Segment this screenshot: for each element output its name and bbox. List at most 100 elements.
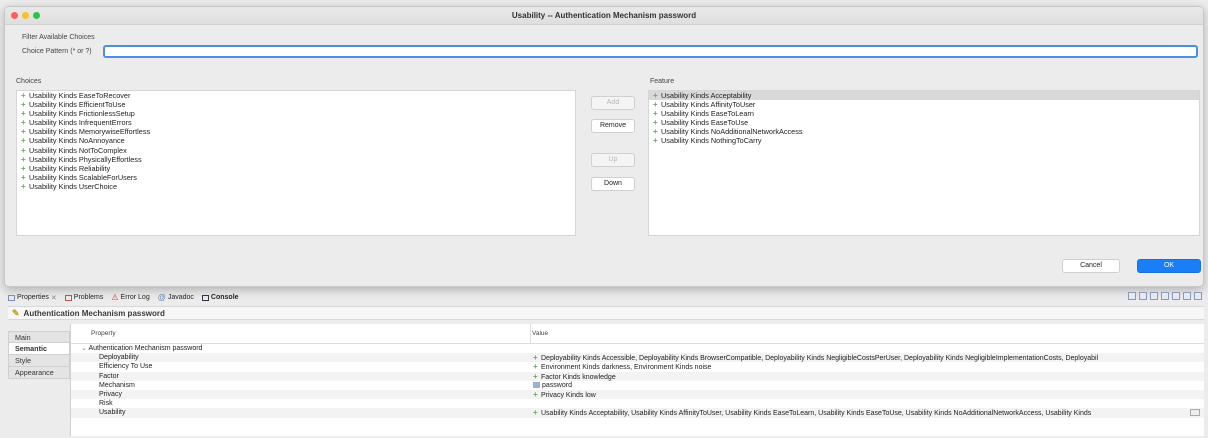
col-value-header[interactable]: Value [532,330,548,337]
remove-button[interactable]: Remove [591,119,635,133]
add-button[interactable]: Add [591,96,635,110]
tab-properties[interactable]: Properties ✕ [8,294,57,302]
tab-console[interactable]: Console [201,294,239,301]
choice-item[interactable]: + Usability Kinds NotToComplex [17,146,575,155]
javadoc-icon: @ [157,293,166,302]
feature-item[interactable]: + Usability Kinds EaseToUse [649,118,1199,127]
choice-item[interactable]: + Usability Kinds InfrequentErrors [17,118,575,127]
plus-icon: + [533,371,538,381]
property-value[interactable]: + Privacy Kinds low [533,390,1203,399]
view-menu-icon[interactable] [1172,292,1180,300]
views-tab-bar: Properties ✕ Problems ⚠ Error Log @ Javadoc… [8,292,1204,303]
property-name: Usability [99,409,126,417]
tab-problems[interactable]: Problems [64,294,103,301]
properties-icon [8,294,15,301]
table-row[interactable]: Risk [71,399,1204,408]
choices-list[interactable]: + Usability Kinds EaseToRecover + Usability… [16,90,576,236]
choice-item[interactable]: + Usability Kinds EaseToRecover [17,91,575,100]
maximize-view-icon[interactable] [1194,292,1202,300]
plus-icon: + [21,118,26,128]
filter-section-label: Filter Available Choices [22,34,95,41]
layout-icon[interactable] [1161,292,1169,300]
feature-list[interactable]: + Usability Kinds Acceptability + Usability… [648,90,1200,236]
properties-side-tabs: Main Semantic Style Appearance [8,331,70,379]
plus-icon: + [21,109,26,119]
choice-item[interactable]: + Usability Kinds PhysicallyEffortless [17,155,575,164]
property-name: Privacy [99,391,122,398]
plus-icon: + [21,127,26,137]
plus-icon: + [653,127,658,137]
property-value[interactable]: + Usability Kinds Acceptability, Usabilit… [533,408,1203,417]
feature-item[interactable]: + Usability Kinds Acceptability [649,91,1199,101]
property-name: Risk [99,400,113,408]
table-row[interactable]: Privacy + Privacy Kinds low [71,390,1204,400]
dialog-titlebar: Usability -- Authentication Mechanism pa… [5,7,1203,25]
up-button[interactable]: Up [591,153,635,167]
plus-icon: + [533,390,538,399]
plus-icon: + [21,91,26,100]
property-table-header: Property Value [71,324,1204,344]
property-value[interactable]: password [533,381,1203,390]
feature-item[interactable]: + Usability Kinds EaseToLearn [649,109,1199,118]
edit-value-button[interactable] [1190,409,1200,417]
side-tab-style[interactable]: Style [8,355,70,367]
cancel-button[interactable]: Cancel [1062,259,1120,273]
feature-item[interactable]: + Usability Kinds NoAdditionalNetworkAcce… [649,127,1199,136]
dialog-title: Usability -- Authentication Mechanism pa… [511,11,697,20]
property-table: Property Value ⌄ Authentication Mechanis… [70,324,1204,436]
console-icon [201,294,209,301]
problems-icon [64,294,72,301]
table-row[interactable]: Efficiency To Use + Environment Kinds dark… [71,362,1204,371]
object-icon [533,381,540,388]
plus-icon: + [533,408,538,418]
choice-item[interactable]: + Usability Kinds MemorywiseEffortless [17,127,575,136]
minimize-view-icon[interactable] [1183,292,1191,300]
plus-icon: + [653,118,658,128]
table-row[interactable]: Deployability + Deployability Kinds Access… [71,353,1204,363]
chevron-down-icon[interactable]: ⌄ [81,345,87,352]
table-row[interactable]: Usability + Usability Kinds Acceptability,… [71,408,1204,418]
feature-item[interactable]: + Usability Kinds NothingToCarry [649,136,1199,145]
view-toolbar [1128,292,1202,300]
side-tab-appearance[interactable]: Appearance [8,367,70,379]
tab-error-log[interactable]: ⚠ Error Log [111,293,149,302]
feature-item[interactable]: + Usability Kinds AffinityToUser [649,100,1199,109]
choice-item[interactable]: + Usability Kinds EfficientToUse [17,100,575,109]
table-row-root[interactable]: ⌄ Authentication Mechanism password [71,344,1204,353]
plus-icon: + [533,353,538,363]
table-row[interactable]: Mechanism password [71,381,1204,390]
col-property-header[interactable]: Property [91,330,116,337]
property-name: Mechanism [99,381,135,389]
choice-item[interactable]: + Usability Kinds Reliability [17,164,575,173]
ok-button[interactable]: OK [1137,259,1201,273]
filter-icon[interactable] [1139,292,1147,300]
property-value[interactable]: + Deployability Kinds Accessible, Deploya… [533,353,1203,362]
property-value[interactable]: + Environment Kinds darkness, Environment… [533,362,1203,371]
properties-title: Authentication Mechanism password [23,308,165,318]
choice-item[interactable]: + Usability Kinds FrictionlessSetup [17,109,575,118]
side-tab-semantic[interactable]: Semantic [8,343,70,355]
funnel-icon[interactable] [1150,292,1158,300]
choice-item[interactable]: + Usability Kinds ScalableForUsers [17,173,575,182]
choice-item[interactable]: + Usability Kinds NoAnnoyance [17,136,575,145]
property-name: Factor [99,372,119,380]
choice-pattern-input[interactable] [103,45,1198,58]
property-name: Efficiency To Use [99,363,153,371]
property-value[interactable]: + Factor Kinds knowledge [533,372,1203,381]
plus-icon: + [653,109,658,119]
pin-icon[interactable] [1128,292,1136,300]
plus-icon: + [21,181,26,191]
plus-icon: + [21,172,26,182]
tab-close-icon[interactable]: ✕ [51,294,57,302]
tab-javadoc[interactable]: @ Javadoc [158,293,194,302]
down-button[interactable]: Down [591,177,635,191]
choice-item[interactable]: + Usability Kinds UserChoice [17,182,575,191]
choices-label: Choices [16,78,42,85]
feature-label: Feature [650,78,675,85]
table-row[interactable]: Factor + Factor Kinds knowledge [71,371,1204,381]
choice-pattern-label: Choice Pattern (* or ?) [22,48,92,55]
pencil-icon: ✎ [12,307,20,318]
property-name: Deployability [99,354,139,362]
side-tab-main[interactable]: Main [8,331,70,343]
plus-icon: + [21,145,26,155]
